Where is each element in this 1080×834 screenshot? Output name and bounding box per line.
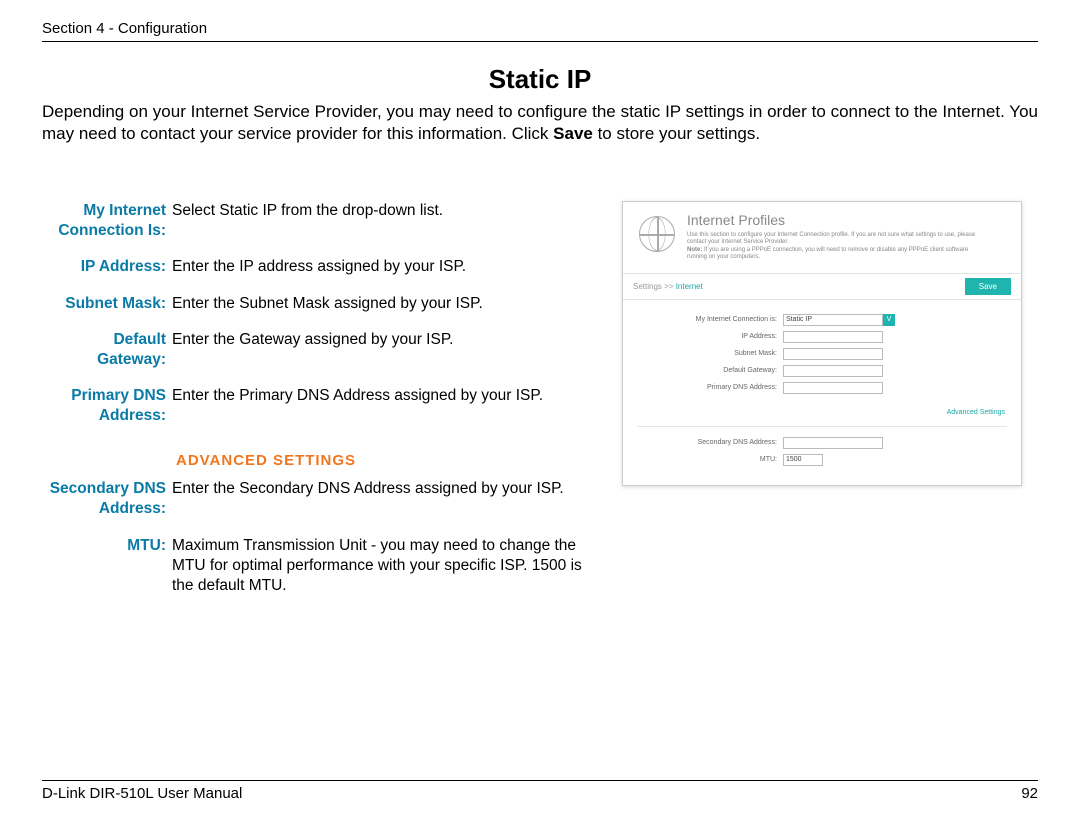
save-button[interactable]: Save [965, 278, 1011, 295]
field-label: Subnet Mask: [633, 350, 783, 357]
field-label: MTU: [633, 456, 783, 463]
intro-text-1: Depending on your Internet Service Provi… [42, 102, 1038, 143]
globe-icon [639, 216, 675, 252]
breadcrumb[interactable]: Settings >> Internet [633, 282, 703, 291]
def-value: Enter the Secondary DNS Address assigned… [172, 479, 602, 519]
chevron-down-icon[interactable]: V [883, 314, 895, 326]
field-label: My Internet Connection is: [633, 316, 783, 323]
advanced-settings-link[interactable]: Advanced Settings [623, 403, 1021, 422]
primary-dns-input[interactable] [783, 382, 883, 394]
def-label: IP Address: [42, 257, 172, 277]
screenshot-title: Internet Profiles [687, 212, 977, 228]
screenshot-note-label: Note: [687, 247, 702, 253]
breadcrumb-internet[interactable]: Internet [676, 282, 703, 291]
connection-dropdown[interactable]: Static IP V [783, 314, 895, 326]
breadcrumb-sep: >> [662, 282, 676, 291]
footer-page-number: 92 [1021, 785, 1038, 802]
breadcrumb-settings[interactable]: Settings [633, 282, 662, 291]
def-value: Select Static IP from the drop-down list… [172, 201, 602, 241]
def-label: Secondary DNS Address: [42, 479, 172, 519]
ip-address-input[interactable] [783, 331, 883, 343]
page-footer: D-Link DIR-510L User Manual 92 [42, 780, 1038, 802]
screenshot-panel: Internet Profiles Use this section to co… [622, 201, 1022, 486]
intro-bold: Save [553, 124, 593, 143]
def-value: Enter the Gateway assigned by your ISP. [172, 330, 602, 370]
field-label: Secondary DNS Address: [633, 439, 783, 446]
mtu-input[interactable]: 1500 [783, 454, 823, 466]
def-value: Enter the IP address assigned by your IS… [172, 257, 602, 277]
footer-manual-name: D-Link DIR-510L User Manual [42, 785, 242, 802]
def-label: My Internet Connection Is: [42, 201, 172, 241]
def-value: Enter the Primary DNS Address assigned b… [172, 386, 602, 426]
divider [637, 426, 1007, 427]
field-label: Default Gateway: [633, 367, 783, 374]
dropdown-value[interactable]: Static IP [783, 314, 883, 326]
screenshot-desc: Use this section to configure your Inter… [687, 232, 977, 261]
field-label: IP Address: [633, 333, 783, 340]
advanced-settings-heading: ADVANCED SETTINGS [176, 452, 602, 469]
def-value: Enter the Subnet Mask assigned by your I… [172, 294, 602, 314]
screenshot-desc-1: Use this section to configure your Inter… [687, 232, 975, 245]
screenshot-note: If you are using a PPPoE connection, you… [687, 247, 968, 260]
def-label: Primary DNS Address: [42, 386, 172, 426]
definitions-column: My Internet Connection Is:Select Static … [42, 201, 602, 612]
section-header: Section 4 - Configuration [42, 20, 1038, 42]
def-label: Subnet Mask: [42, 294, 172, 314]
secondary-dns-input[interactable] [783, 437, 883, 449]
intro-text-2: to store your settings. [593, 124, 760, 143]
subnet-mask-input[interactable] [783, 348, 883, 360]
def-label: Default Gateway: [42, 330, 172, 370]
def-value: Maximum Transmission Unit - you may need… [172, 536, 602, 596]
intro-paragraph: Depending on your Internet Service Provi… [42, 101, 1038, 145]
def-label: MTU: [42, 536, 172, 596]
default-gateway-input[interactable] [783, 365, 883, 377]
field-label: Primary DNS Address: [633, 384, 783, 391]
page-title: Static IP [42, 64, 1038, 95]
